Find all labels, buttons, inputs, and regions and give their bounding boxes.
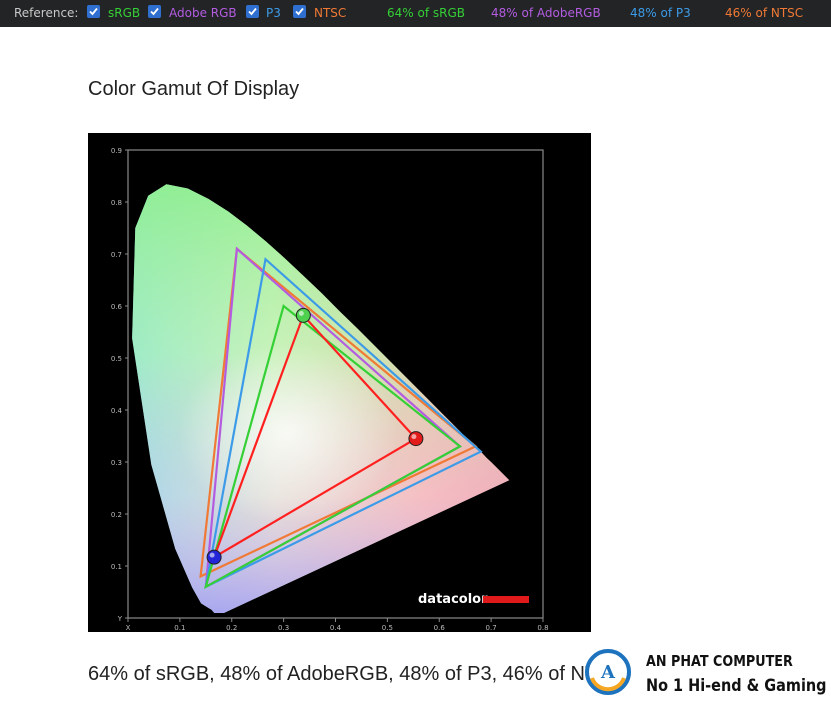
srgb-result: 64% of sRGB [387,6,465,20]
green-primary-marker [295,307,311,323]
adobe-rgb-checkbox-label[interactable]: Adobe RGB [169,6,237,20]
y-tick-label: 0.8 [111,199,122,207]
spectral-locus [132,184,510,613]
x-tick-label: 0.1 [174,624,185,632]
x-tick-label: 0.3 [278,624,289,632]
p3-checkbox[interactable] [246,5,259,18]
green-primary-marker-highlight [298,310,304,316]
page-title: Color Gamut Of Display [88,78,300,100]
x-tick-label: 0.7 [486,624,497,632]
y-tick-label: Y [117,615,123,623]
p3-checkbox-label[interactable]: P3 [266,6,281,20]
datacolor-brand-bar [483,596,529,603]
x-tick-label: 0.6 [434,624,446,632]
y-tick-label: 0.6 [111,303,123,311]
p3-result: 48% of P3 [630,6,691,20]
srgb-checkbox-label[interactable]: sRGB [108,6,140,20]
ntsc-result: 46% of NTSC [725,6,804,20]
adobe-rgb-checkbox[interactable] [148,5,161,18]
blue-primary-marker [206,549,222,565]
y-tick-label: 0.3 [111,459,122,467]
reference-toolbar: Reference: sRGB Adobe RGB P3 NTSC 64% of… [0,0,831,27]
ntsc-checkbox[interactable] [293,5,306,18]
y-tick-label: 0.7 [111,251,122,259]
watermark-line-1: AN PHAT COMPUTER [646,652,793,670]
watermark-line-2: No 1 Hi-end & Gaming [646,676,827,696]
red-primary-marker [408,431,424,447]
color-gamut-chart: X 0.1 0.2 0.3 0.4 0.5 0.6 0.7 0.8 Y 0.1 0.2 0.3 0.4 0.… [88,133,591,632]
reference-label: Reference: [14,6,79,20]
datacolor-brand: datacolor [418,592,488,607]
gamut-summary-caption: 64% of sRGB, 48% of AdobeRGB, 48% of P3,… [88,663,625,685]
y-tick-label: 0.9 [111,147,122,155]
gamut-chart-svg: X 0.1 0.2 0.3 0.4 0.5 0.6 0.7 0.8 Y 0.1 0.2 0.3 0.4 0.… [111,147,549,632]
x-tick-label: 0.4 [330,624,342,632]
svg-text:A: A [600,662,616,683]
x-tick-label: X [126,624,131,632]
srgb-checkbox[interactable] [87,5,100,18]
adobergb-result: 48% of AdobeRGB [491,6,601,20]
x-tick-label: 0.5 [382,624,393,632]
x-tick-label: 0.2 [226,624,237,632]
blue-primary-marker-highlight [209,552,215,558]
y-tick-label: 0.2 [111,511,122,519]
red-primary-marker-highlight [411,434,417,440]
y-tick-label: 0.1 [111,563,122,571]
y-tick-label: 0.5 [111,355,122,363]
ntsc-checkbox-label[interactable]: NTSC [314,6,346,20]
an-phat-logo-icon: A [584,648,632,696]
x-tick-label: 0.8 [537,624,548,632]
y-tick-label: 0.4 [111,407,123,415]
